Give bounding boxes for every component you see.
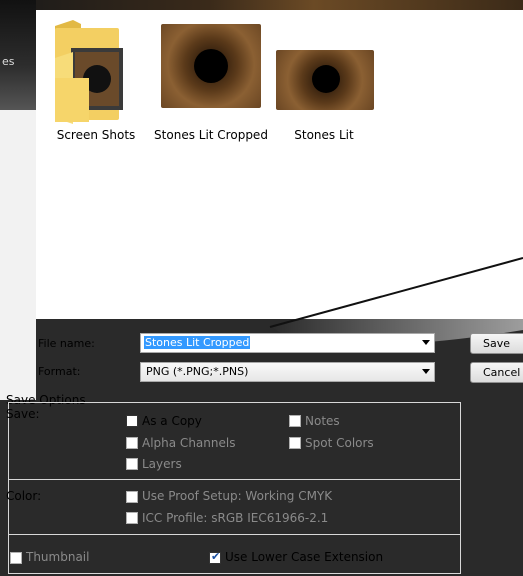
- icc-profile-checkbox[interactable]: [126, 512, 138, 524]
- as-copy-label: As a Copy: [142, 414, 202, 428]
- chevron-down-icon[interactable]: [422, 340, 430, 345]
- divider: [8, 534, 461, 535]
- notes-checkbox[interactable]: [289, 415, 301, 427]
- file-label: Stones Lit: [294, 128, 354, 142]
- format-value: PNG (*.PNG;*.PNS): [146, 365, 249, 378]
- lower-case-label: Use Lower Case Extension: [225, 550, 384, 564]
- image-thumbnail-icon: [276, 50, 374, 110]
- image-thumbnail-icon: [161, 24, 261, 108]
- save-label: Save:: [6, 407, 40, 421]
- checkmark-icon: ✔: [211, 550, 221, 563]
- format-select[interactable]: PNG (*.PNG;*.PNS): [140, 362, 435, 382]
- alpha-channels-checkbox[interactable]: [126, 437, 138, 449]
- filename-label: File name:: [38, 337, 95, 350]
- proof-setup-checkbox[interactable]: [126, 491, 138, 503]
- as-copy-checkbox[interactable]: [126, 415, 138, 427]
- alpha-channels-label: Alpha Channels: [142, 436, 236, 450]
- filename-selected-text: Stones Lit Cropped: [144, 336, 251, 349]
- proof-setup-label: Use Proof Setup: Working CMYK: [142, 489, 333, 503]
- file-label: Stones Lit Cropped: [154, 128, 268, 142]
- chevron-down-icon[interactable]: [422, 369, 430, 374]
- cancel-button[interactable]: Cancel: [470, 362, 523, 383]
- save-options-group: [8, 402, 461, 574]
- icc-profile-label: ICC Profile: sRGB IEC61966-2.1: [142, 511, 329, 525]
- file-item-stones-lit[interactable]: Stones Lit: [264, 14, 384, 144]
- format-label: Format:: [38, 365, 81, 378]
- spot-colors-label: Spot Colors: [305, 436, 374, 450]
- spot-colors-checkbox[interactable]: [289, 437, 301, 449]
- file-item-stones-lit-cropped[interactable]: Stones Lit Cropped: [151, 14, 271, 144]
- filename-input[interactable]: Stones Lit Cropped: [140, 333, 435, 353]
- notes-label: Notes: [305, 414, 340, 428]
- thumbnail-checkbox[interactable]: [10, 552, 22, 564]
- thumbnail-label: Thumbnail: [26, 550, 90, 564]
- layers-label: Layers: [142, 457, 182, 471]
- color-label: Color:: [6, 489, 42, 503]
- file-label: Screen Shots: [56, 128, 136, 142]
- lower-case-checkbox[interactable]: ✔: [209, 550, 221, 564]
- folder-icon: [53, 18, 125, 126]
- file-item-screen-shots[interactable]: Screen Shots: [36, 14, 156, 144]
- save-button[interactable]: Save: [470, 333, 523, 354]
- layers-checkbox[interactable]: [126, 458, 138, 470]
- divider: [8, 479, 461, 480]
